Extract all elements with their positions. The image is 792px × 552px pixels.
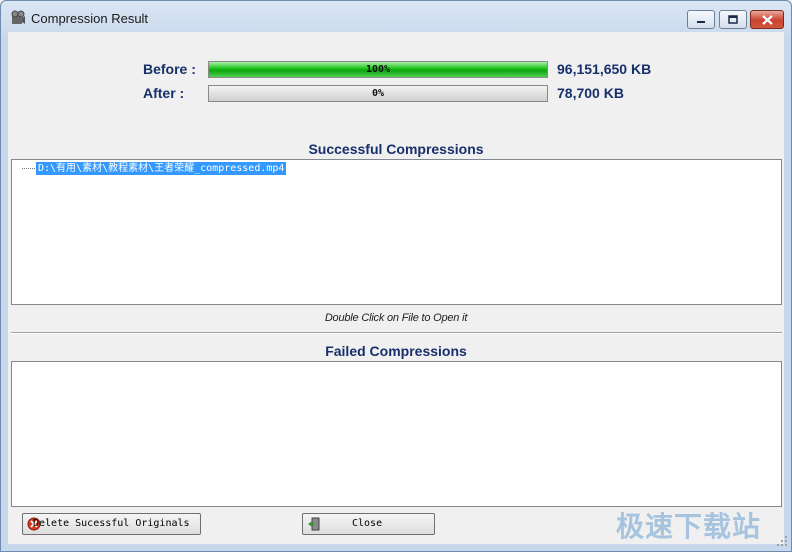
before-label: Before : bbox=[143, 61, 196, 77]
client-area: Before : 100% 96,151,650 KB After : 0% 7… bbox=[8, 32, 784, 544]
exit-door-icon bbox=[308, 517, 320, 531]
section-divider bbox=[11, 332, 782, 334]
delete-originals-label: Delete Sucessful Originals bbox=[33, 518, 190, 529]
close-label: Close bbox=[352, 518, 383, 529]
film-reel-icon bbox=[11, 10, 25, 24]
close-window-button[interactable] bbox=[750, 10, 784, 29]
close-icon bbox=[761, 14, 773, 25]
after-label: After : bbox=[143, 85, 185, 101]
minimize-icon bbox=[697, 20, 705, 23]
successful-compressions-title: Successful Compressions bbox=[308, 141, 484, 157]
before-progress-bar: 100% bbox=[208, 61, 548, 78]
watermark-logo: 极速下载站 bbox=[616, 510, 762, 543]
before-size: 96,151,650 KB bbox=[557, 61, 652, 77]
title-bar[interactable]: Compression Result bbox=[1, 1, 791, 33]
tree-connector bbox=[22, 168, 35, 169]
successful-file-path[interactable]: D:\有用\素材\教程素材\王者荣耀_compressed.mp4 bbox=[36, 162, 287, 175]
successful-compressions-list[interactable]: D:\有用\素材\教程素材\王者荣耀_compressed.mp4 bbox=[11, 159, 782, 305]
failed-compressions-list[interactable] bbox=[11, 361, 782, 507]
maximize-icon bbox=[728, 15, 738, 24]
after-progress-bar: 0% bbox=[208, 85, 548, 102]
maximize-button[interactable] bbox=[719, 10, 747, 29]
before-percent-text: 100% bbox=[365, 64, 391, 75]
delete-originals-button[interactable]: Delete Sucessful Originals bbox=[22, 513, 201, 535]
window-title: Compression Result bbox=[31, 11, 149, 26]
close-button[interactable]: Close bbox=[302, 513, 435, 535]
list-item[interactable]: D:\有用\素材\教程素材\王者荣耀_compressed.mp4 bbox=[22, 162, 287, 175]
after-size: 78,700 KB bbox=[557, 85, 624, 101]
minimize-button[interactable] bbox=[687, 10, 715, 29]
after-percent-text: 0% bbox=[371, 88, 385, 99]
compression-result-window: Compression Result Before : 100% 96,151,… bbox=[0, 0, 792, 552]
resize-grip-icon[interactable] bbox=[776, 535, 788, 547]
failed-compressions-title: Failed Compressions bbox=[325, 343, 467, 359]
open-file-hint: Double Click on File to Open it bbox=[324, 312, 468, 324]
